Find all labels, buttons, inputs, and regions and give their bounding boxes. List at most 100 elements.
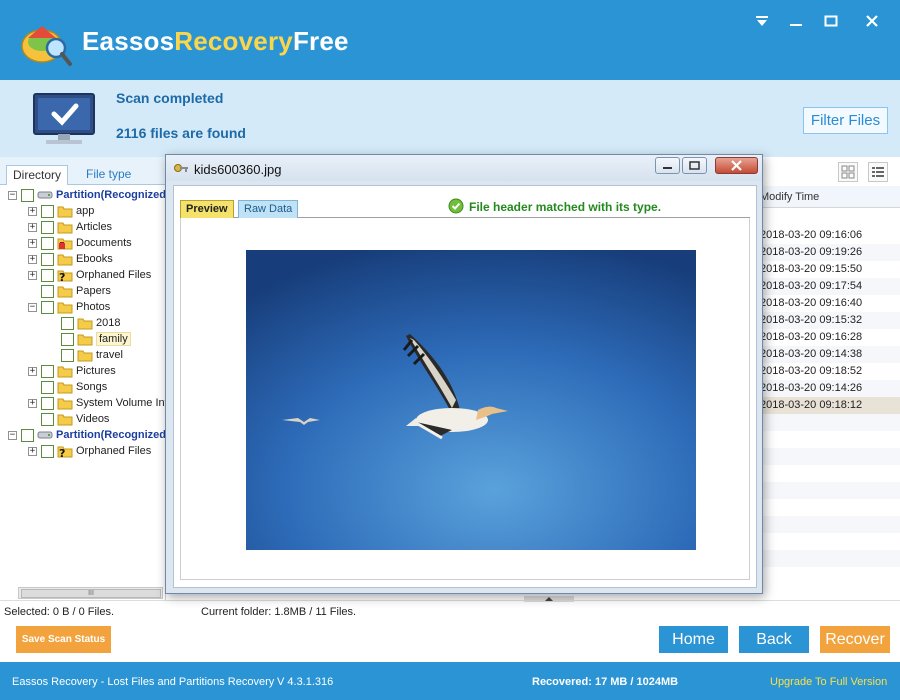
- tab-raw-data[interactable]: Raw Data: [238, 200, 299, 218]
- table-row-modify-time[interactable]: 2018-03-20 09:16:40: [756, 295, 900, 312]
- footer-recovered-amount: Recovered: 17 MB / 1024MB: [532, 676, 679, 688]
- expand-icon[interactable]: +: [28, 238, 37, 248]
- tree-node-label: Articles: [76, 221, 113, 233]
- tree-folder-node[interactable]: + app: [28, 203, 94, 219]
- dialog-minimize-button[interactable]: [655, 157, 680, 174]
- tree-folder-node[interactable]: + Articles: [28, 219, 112, 235]
- tree-checkbox[interactable]: [41, 236, 54, 250]
- collapse-icon[interactable]: −: [8, 430, 17, 440]
- tree-node-label: Ebooks: [76, 253, 113, 265]
- tree-folder-node[interactable]: + Pictures: [28, 363, 116, 379]
- tree-partition-node[interactable]: − Partition(Recognized): [8, 187, 170, 203]
- thumbnail-view-button[interactable]: [838, 162, 858, 182]
- folder-icon: [57, 204, 76, 218]
- expand-icon[interactable]: +: [28, 446, 37, 456]
- tab-file-type[interactable]: File type: [80, 165, 137, 185]
- tree-node-label: Partition(Recognized): [56, 429, 170, 441]
- tree-folder-node[interactable]: − Photos: [28, 299, 110, 315]
- tree-folder-node[interactable]: Papers: [28, 283, 111, 299]
- list-view-button[interactable]: [868, 162, 888, 182]
- tree-horizontal-scrollbar[interactable]: III: [18, 587, 163, 599]
- filter-files-button[interactable]: Filter Files: [803, 107, 888, 134]
- list-view-icon: [872, 167, 884, 177]
- expand-icon[interactable]: +: [28, 398, 37, 408]
- tree-checkbox[interactable]: [21, 188, 34, 202]
- dialog-restore-button[interactable]: [682, 157, 707, 174]
- tree-partition-node[interactable]: − Partition(Recognized): [8, 427, 170, 443]
- menu-dropdown-button[interactable]: [751, 10, 773, 32]
- expand-icon[interactable]: +: [28, 206, 37, 216]
- tree-checkbox[interactable]: [41, 444, 54, 458]
- title-bar: EassosRecoveryFree: [0, 0, 900, 80]
- tree-checkbox[interactable]: [61, 348, 74, 362]
- tree-checkbox[interactable]: [41, 396, 54, 410]
- expand-icon[interactable]: +: [28, 254, 37, 264]
- tree-checkbox[interactable]: [61, 332, 74, 346]
- folder-icon: [57, 396, 76, 410]
- table-row-modify-time[interactable]: 2018-03-20 09:16:28: [756, 329, 900, 346]
- folder-icon: [57, 412, 76, 426]
- tree-checkbox[interactable]: [41, 252, 54, 266]
- collapse-icon[interactable]: −: [8, 190, 17, 200]
- table-row-empty: [756, 516, 900, 533]
- folder-icon: [57, 284, 76, 298]
- tree-node-label: travel: [96, 349, 123, 361]
- tree-checkbox[interactable]: [41, 284, 54, 298]
- back-button[interactable]: Back: [739, 626, 809, 653]
- tree-checkbox[interactable]: [41, 380, 54, 394]
- upgrade-link[interactable]: Upgrade To Full Version: [770, 676, 887, 688]
- table-row-empty: [756, 414, 900, 431]
- save-scan-status-button[interactable]: Save Scan Status: [16, 626, 111, 653]
- dialog-close-button[interactable]: [715, 157, 758, 174]
- tree-checkbox[interactable]: [61, 316, 74, 330]
- table-row-modify-time[interactable]: 2018-03-20 09:18:52: [756, 363, 900, 380]
- tree-folder-node[interactable]: Videos: [28, 411, 109, 427]
- scrollbar-thumb[interactable]: III: [21, 589, 161, 598]
- splitter-handle-icon[interactable]: [524, 595, 574, 603]
- expand-icon[interactable]: +: [28, 222, 37, 232]
- tree-folder-node[interactable]: Songs: [28, 379, 107, 395]
- maximize-button[interactable]: [820, 10, 842, 32]
- collapse-icon[interactable]: −: [28, 302, 37, 312]
- tree-checkbox[interactable]: [21, 428, 34, 442]
- table-row-modify-time[interactable]: 2018-03-20 09:15:32: [756, 312, 900, 329]
- folder-icon: [57, 380, 76, 394]
- dialog-title-bar[interactable]: kids600360.jpg: [166, 155, 762, 181]
- recover-button[interactable]: Recover: [820, 626, 890, 653]
- table-row-modify-time[interactable]: 2018-03-20 09:15:50: [756, 261, 900, 278]
- table-row-modify-time[interactable]: 2018-03-20 09:19:26: [756, 244, 900, 261]
- table-row-modify-time[interactable]: 2018-03-20 09:16:06: [756, 227, 900, 244]
- table-row-modify-time[interactable]: 2018-03-20 09:18:12: [756, 397, 900, 414]
- close-button[interactable]: [861, 10, 883, 32]
- expand-icon[interactable]: +: [28, 270, 37, 280]
- tree-checkbox[interactable]: [41, 268, 54, 282]
- tab-preview[interactable]: Preview: [180, 200, 234, 218]
- tree-node-label: Partition(Recognized): [56, 189, 170, 201]
- tab-directory[interactable]: Directory: [6, 165, 69, 185]
- tree-checkbox[interactable]: [41, 364, 54, 378]
- tree-folder-node[interactable]: 2018: [48, 315, 120, 331]
- action-bar: Save Scan Status Home Back Recover: [0, 622, 900, 662]
- directory-panel: Directory File type − Partition(Recognize…: [0, 157, 211, 600]
- tree-folder-node[interactable]: family: [48, 331, 131, 347]
- preview-tabs: Preview Raw Data File header matched wit…: [180, 196, 750, 218]
- tree-checkbox[interactable]: [41, 220, 54, 234]
- tree-connector: [28, 383, 37, 392]
- tree-checkbox[interactable]: [41, 412, 54, 426]
- home-button[interactable]: Home: [659, 626, 728, 653]
- tree-checkbox[interactable]: [41, 300, 54, 314]
- tree-checkbox[interactable]: [41, 204, 54, 218]
- table-row-modify-time[interactable]: 2018-03-20 09:17:54: [756, 278, 900, 295]
- table-row-modify-time[interactable]: 2018-03-20 09:14:26: [756, 380, 900, 397]
- column-header-modify-time[interactable]: Modify Time: [756, 186, 900, 208]
- expand-icon[interactable]: +: [28, 366, 37, 376]
- tree-connector: [28, 287, 37, 296]
- table-row-empty: [756, 448, 900, 465]
- tree-folder-node[interactable]: +? Orphaned Files: [28, 267, 151, 283]
- tree-folder-node[interactable]: +? Orphaned Files: [28, 443, 151, 459]
- tree-folder-node[interactable]: + Ebooks: [28, 251, 113, 267]
- tree-folder-node[interactable]: + Documents: [28, 235, 132, 251]
- tree-folder-node[interactable]: travel: [48, 347, 123, 363]
- table-row-modify-time[interactable]: 2018-03-20 09:14:38: [756, 346, 900, 363]
- minimize-button[interactable]: [785, 10, 807, 32]
